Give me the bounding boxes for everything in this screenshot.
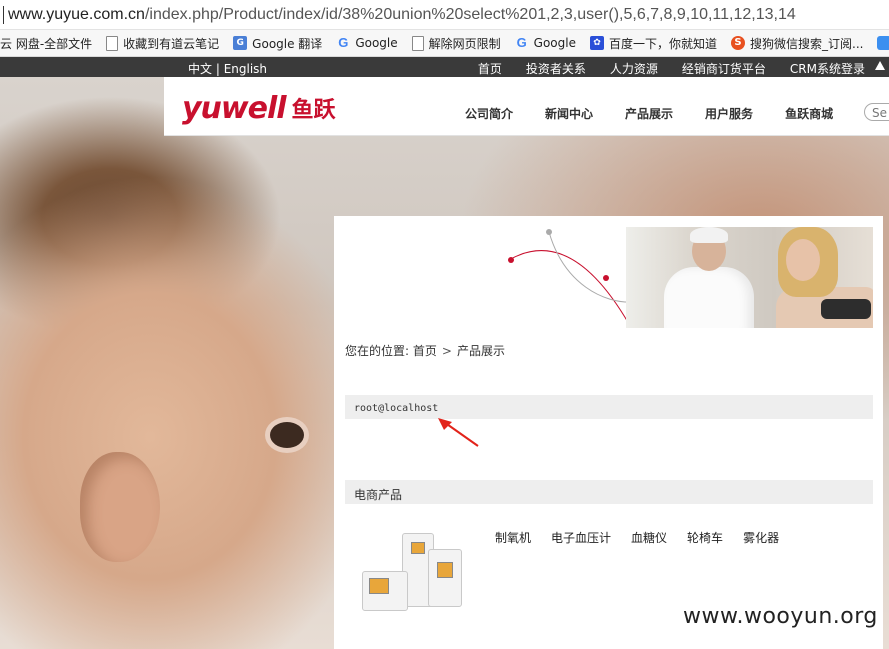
bookmark-label: 百度一下，你就知道 [608,36,717,51]
nav-yuwell-mall[interactable]: 鱼跃商城 [785,105,833,122]
bookmark-label: 收藏到有道云笔记 [123,36,220,51]
product-category-links: 制氧机 电子血压计 血糖仪 轮椅车 雾化器 [495,529,799,546]
blood-pressure-cuff [821,299,871,319]
bookmark-label: Google [533,36,576,50]
product-link-nebulizer[interactable]: 雾化器 [743,529,779,546]
logo-wordmark-en: yuwell [182,90,287,126]
product-link-glucose-meter[interactable]: 血糖仪 [631,529,667,546]
nav-user-service[interactable]: 用户服务 [705,105,753,122]
lang-english-link[interactable]: English [224,62,267,76]
google-icon: G [516,35,527,50]
bookmark-label: 搜狗微信搜索_订阅... [750,36,864,51]
patient-face [786,239,820,281]
bookmark-google-2[interactable]: G Google [515,35,576,51]
nav-company-intro[interactable]: 公司简介 [465,105,513,122]
breadcrumb-current: 产品展示 [456,344,505,358]
page-icon [106,35,119,51]
bookmark-sogou-weixin[interactable]: S 搜狗微信搜索_订阅... [731,35,863,52]
injection-result-text: root@localhost [354,403,439,414]
doctor-figure [664,267,754,328]
ecommerce-section-bar: 电商产品 [345,480,873,504]
top-link-home[interactable]: 首页 [478,60,502,77]
bp-monitor-device [362,571,408,611]
top-links: 首页 投资者关系 人力资源 经销商订货平台 CRM系统登录 [454,60,865,77]
text-cursor [3,5,4,24]
product-link-oxygen[interactable]: 制氧机 [495,529,531,546]
url-host: www.yuyue.com.cn [8,6,145,23]
search-input[interactable]: Se [864,103,889,121]
top-link-hr[interactable]: 人力资源 [610,60,658,77]
bookmark-folder-icon [877,36,889,50]
doctor-hair [690,227,728,243]
bookmark-google-translate[interactable]: G Google 翻译 [233,35,322,52]
main-nav: 公司简介 新闻中心 产品展示 用户服务 鱼跃商城 [465,105,865,122]
banner-swoosh-graphic [508,229,634,324]
sogou-icon: S [731,36,745,50]
nav-news-center[interactable]: 新闻中心 [545,105,593,122]
bookmark-unlock-page[interactable]: 解除网页限制 [411,35,501,52]
top-utility-bar: 中文 | English 首页 投资者关系 人力资源 经销商订货平台 CRM系统… [0,57,889,77]
page-icon [411,35,424,51]
product-link-bp-monitor[interactable]: 电子血压计 [551,529,611,546]
bookmark-label: Google [355,36,398,50]
lang-separator: | [212,62,224,76]
banner-doctor-photo [626,227,873,328]
yuwell-logo[interactable]: yuwell 鱼跃 [182,90,336,126]
breadcrumb: 您在的位置: 首页 > 产品展示 [345,342,505,359]
nav-products[interactable]: 产品展示 [625,105,673,122]
breadcrumb-prefix: 您在的位置: [345,344,410,358]
breadcrumb-separator: > [441,344,452,358]
bookmark-label: 解除网页限制 [428,36,501,51]
bookmark-overflow[interactable] [877,36,889,50]
bookmark-cloud-disk[interactable]: 云 网盘-全部文件 [0,35,92,52]
product-link-wheelchair[interactable]: 轮椅车 [687,529,723,546]
address-bar[interactable]: www.yuyue.com.cn/index.php/Product/index… [0,0,889,30]
google-icon: G [338,35,349,50]
scroll-up-arrow-icon[interactable] [875,61,885,70]
bookmarks-bar: 云 网盘-全部文件 收藏到有道云笔记 G Google 翻译 G Google … [0,30,889,57]
glucose-meter-device [428,549,462,607]
content-panel: 您在的位置: 首页 > 产品展示 root@localhost 电商产品 制氧机 电… [334,216,883,649]
product-title-bar: root@localhost [345,395,873,419]
site-header: yuwell 鱼跃 公司简介 新闻中心 产品展示 用户服务 鱼跃商城 Se [164,77,889,136]
bookmark-google-1[interactable]: G Google [336,35,398,51]
top-link-crm[interactable]: CRM系统登录 [790,60,865,77]
bookmark-label: 云 网盘-全部文件 [0,36,93,51]
bookmark-youdao-note[interactable]: 收藏到有道云笔记 [106,35,219,52]
google-translate-icon: G [233,36,248,50]
bookmark-label: Google 翻译 [252,36,323,51]
logo-wordmark-cn: 鱼跃 [291,98,336,123]
lang-chinese-link[interactable]: 中文 [188,62,212,76]
url-path: /index.php/Product/index/id/38%20union%2… [144,6,796,23]
baby-ear [80,452,160,562]
top-link-investor[interactable]: 投资者关系 [526,60,586,77]
baidu-paw-icon: ✿ [589,36,604,50]
annotation-arrow [438,418,479,447]
top-link-dealer[interactable]: 经销商订货平台 [682,60,766,77]
section-title: 电商产品 [354,488,403,502]
language-switch: 中文 | English [188,60,267,77]
baby-eye [270,422,304,448]
wooyun-watermark: www.wooyun.org [683,604,878,629]
bookmark-baidu[interactable]: ✿ 百度一下，你就知道 [589,35,717,52]
product-group-image[interactable] [358,527,470,617]
breadcrumb-home[interactable]: 首页 [413,344,437,358]
